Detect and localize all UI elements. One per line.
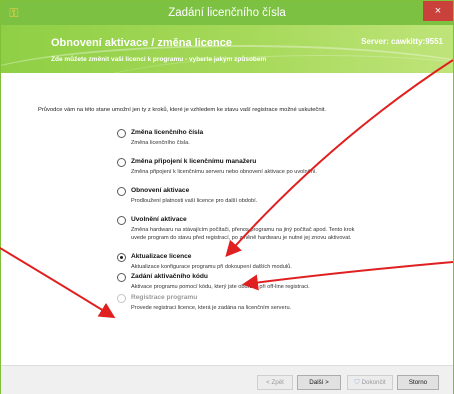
- title-bar: ⚿ Zadání licenčního čísla ×: [1, 1, 453, 25]
- uac-shield-icon: ⛉: [354, 379, 360, 386]
- header-banner: Obnovení aktivace / změna licence Zde mů…: [1, 25, 453, 73]
- radio-button-selected[interactable]: [117, 253, 126, 262]
- radio-button[interactable]: [117, 273, 126, 282]
- server-label: Server: cawkitty:9551: [361, 37, 443, 46]
- option-description: Aktualizace konfigurace programu při dok…: [131, 264, 292, 270]
- option-description: Změna licenčního čísla.: [131, 140, 190, 146]
- option-description: Změna připojení k licenčnímu serveru neb…: [131, 169, 317, 175]
- radio-button[interactable]: [117, 129, 126, 138]
- option-label[interactable]: Aktualizace licence: [131, 253, 191, 260]
- banner-subtitle: Zde můžete změnit vaši licenci k program…: [51, 56, 267, 63]
- intro-text: Průvodce vám na této stane umožní jen ty…: [38, 107, 327, 113]
- option-description: Prodloužení platnosti vaší licence pro d…: [131, 198, 258, 204]
- back-button: < Zpět: [257, 375, 293, 390]
- option-description: Provede registraci licence, která je zad…: [131, 305, 292, 311]
- option-label[interactable]: Obnovení aktivace: [131, 187, 189, 194]
- finish-button: ⛉ Dokončit: [347, 375, 393, 390]
- option-label[interactable]: Změna připojení k licenčnímu manažeru: [131, 158, 256, 165]
- radio-button[interactable]: [117, 187, 126, 196]
- next-button[interactable]: Další >: [297, 375, 341, 390]
- wizard-content: Průvodce vám na této stane umožní jen ty…: [1, 73, 453, 363]
- cancel-button[interactable]: Storno: [397, 375, 439, 390]
- window-title: Zadání licenčního čísla: [168, 7, 286, 19]
- option-label[interactable]: Zadání aktivačního kódu: [131, 273, 208, 280]
- option-description: Změna hardwaru na stávajícím počítači, p…: [131, 227, 355, 241]
- button-bar: < Zpět Další > ⛉ Dokončit Storno: [1, 366, 453, 394]
- option-label: Registrace programu: [131, 294, 198, 301]
- option-label[interactable]: Změna licenčního čísla: [131, 129, 203, 136]
- radio-button[interactable]: [117, 216, 126, 225]
- option-description: Aktivace programu pomocí kódu, který jst…: [131, 284, 310, 290]
- wizard-window: ⚿ Zadání licenčního čísla × Obnovení akt…: [0, 0, 454, 394]
- radio-button[interactable]: [117, 158, 126, 167]
- close-button[interactable]: ×: [423, 1, 453, 21]
- radio-button-disabled: [117, 294, 126, 303]
- banner-title: Obnovení aktivace / změna licence: [51, 37, 232, 49]
- option-label[interactable]: Uvolnění aktivace: [131, 216, 187, 223]
